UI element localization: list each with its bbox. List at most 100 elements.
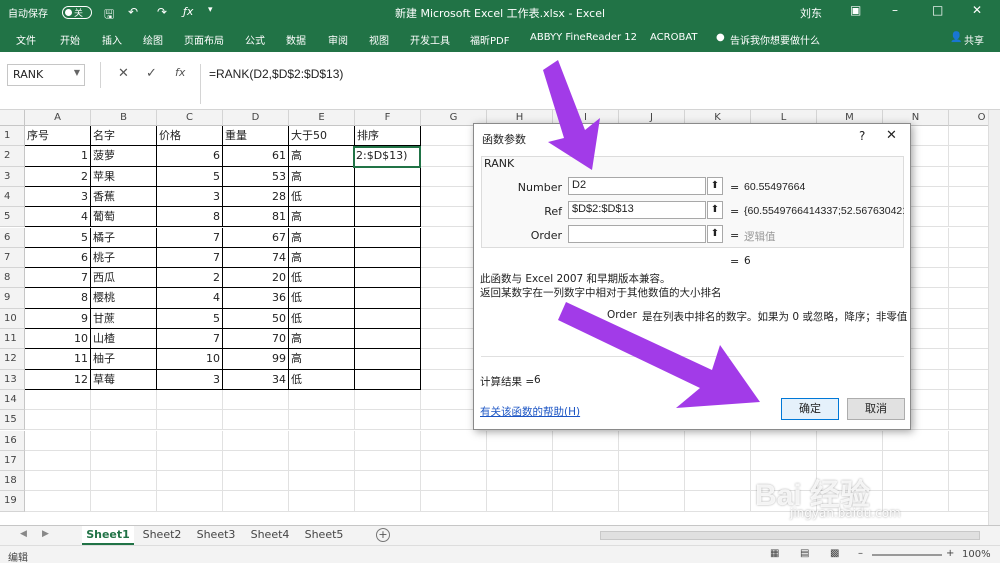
row-header[interactable]: 8 <box>0 268 25 289</box>
zoom-out-icon[interactable]: – <box>858 548 863 559</box>
table-cell[interactable]: 草莓 <box>91 369 157 390</box>
table-cell[interactable]: 低 <box>289 186 355 208</box>
table-cell[interactable]: 柚子 <box>91 349 157 370</box>
table-cell[interactable]: 11 <box>25 349 91 370</box>
empty-cell[interactable] <box>355 430 421 451</box>
empty-cell[interactable] <box>949 187 988 208</box>
empty-cell[interactable] <box>619 450 685 472</box>
cancel-button[interactable]: 取消 <box>847 398 905 420</box>
empty-cell[interactable] <box>25 410 91 431</box>
table-cell[interactable]: 12 <box>25 369 91 390</box>
table-cell[interactable]: 36 <box>223 288 289 309</box>
row-header[interactable]: 18 <box>0 471 25 492</box>
empty-cell[interactable] <box>91 410 157 431</box>
table-cell[interactable]: 4 <box>157 288 223 309</box>
tab-data[interactable]: 数据 <box>286 32 306 47</box>
collapse-order-icon[interactable]: ⬆ <box>707 225 723 243</box>
row-header[interactable]: 3 <box>0 166 25 187</box>
table-cell[interactable]: 7 <box>157 329 223 350</box>
empty-cell[interactable] <box>553 430 619 451</box>
tab-insert[interactable]: 插入 <box>102 32 122 47</box>
sheet-tab-5[interactable]: Sheet5 <box>300 526 348 545</box>
row-header[interactable]: 17 <box>0 450 25 472</box>
empty-cell[interactable] <box>817 430 883 451</box>
empty-cell[interactable] <box>91 491 157 512</box>
page-layout-icon[interactable]: ▤ <box>800 548 809 559</box>
column-header[interactable]: D <box>223 110 289 126</box>
empty-cell[interactable] <box>289 430 355 451</box>
empty-cell[interactable] <box>949 288 988 309</box>
horizontal-scrollbar[interactable] <box>600 531 980 540</box>
empty-cell[interactable] <box>949 126 988 147</box>
share-button[interactable]: 共享 <box>964 32 984 47</box>
table-cell[interactable]: 高 <box>289 146 355 167</box>
order-input[interactable] <box>568 225 706 243</box>
table-cell[interactable]: 8 <box>157 207 223 228</box>
empty-cell[interactable] <box>949 410 988 431</box>
table-header-cell[interactable]: 排序 <box>355 126 421 147</box>
empty-cell[interactable] <box>355 410 421 431</box>
empty-cell[interactable] <box>421 491 487 512</box>
name-box[interactable]: RANK ▼ <box>7 64 85 86</box>
empty-cell[interactable] <box>751 430 817 451</box>
empty-cell[interactable] <box>25 430 91 451</box>
table-cell[interactable]: 20 <box>223 268 289 289</box>
table-cell[interactable]: 桃子 <box>91 247 157 269</box>
table-cell[interactable]: 低 <box>289 268 355 289</box>
empty-cell[interactable] <box>685 430 751 451</box>
user-name[interactable]: 刘东 <box>800 5 822 21</box>
tab-home[interactable]: 开始 <box>60 32 80 47</box>
rank-cell[interactable] <box>355 308 421 329</box>
table-cell[interactable]: 西瓜 <box>91 268 157 289</box>
empty-cell[interactable] <box>223 491 289 512</box>
enter-icon[interactable]: ✓ <box>146 66 157 81</box>
table-cell[interactable]: 高 <box>289 207 355 228</box>
close-icon[interactable]: ✕ <box>886 128 897 143</box>
empty-cell[interactable] <box>619 430 685 451</box>
empty-cell[interactable] <box>883 471 949 492</box>
table-cell[interactable]: 樱桃 <box>91 288 157 309</box>
sheet-tab-3[interactable]: Sheet3 <box>192 526 240 545</box>
column-header[interactable]: E <box>289 110 355 126</box>
tab-draw[interactable]: 绘图 <box>143 32 163 47</box>
empty-cell[interactable] <box>949 167 988 187</box>
empty-cell[interactable] <box>949 390 988 411</box>
empty-cell[interactable] <box>289 450 355 472</box>
tab-acrobat[interactable]: ACROBAT <box>650 32 698 43</box>
empty-cell[interactable] <box>289 389 355 411</box>
zoom-in-icon[interactable]: + <box>946 548 954 559</box>
empty-cell[interactable] <box>883 430 949 451</box>
table-cell[interactable]: 67 <box>223 227 289 248</box>
table-cell[interactable]: 山楂 <box>91 329 157 350</box>
tab-developer[interactable]: 开发工具 <box>410 32 450 47</box>
tab-view[interactable]: 视图 <box>369 32 389 47</box>
sheet-tab-2[interactable]: Sheet2 <box>138 526 186 545</box>
empty-cell[interactable] <box>157 410 223 431</box>
row-header[interactable]: 19 <box>0 491 25 512</box>
table-cell[interactable]: 28 <box>223 186 289 208</box>
table-cell[interactable]: 81 <box>223 207 289 228</box>
zoom-level[interactable]: 100% <box>962 549 991 560</box>
collapse-number-icon[interactable]: ⬆ <box>707 177 723 195</box>
empty-cell[interactable] <box>421 450 487 472</box>
empty-cell[interactable] <box>355 450 421 472</box>
empty-cell[interactable] <box>817 450 883 472</box>
table-header-cell[interactable]: 序号 <box>25 126 91 147</box>
empty-cell[interactable] <box>223 430 289 451</box>
function-help-link[interactable]: 有关该函数的帮助(H) <box>480 404 580 419</box>
table-cell[interactable]: 61 <box>223 146 289 167</box>
table-header-cell[interactable]: 大于50 <box>289 126 355 147</box>
empty-cell[interactable] <box>487 430 553 451</box>
collapse-ref-icon[interactable]: ⬆ <box>707 201 723 219</box>
table-cell[interactable]: 高 <box>289 166 355 187</box>
table-cell[interactable]: 苹果 <box>91 166 157 187</box>
empty-cell[interactable] <box>25 491 91 512</box>
ref-input[interactable]: $D$2:$D$13 <box>568 201 706 219</box>
table-cell[interactable]: 5 <box>25 227 91 248</box>
rank-cell[interactable] <box>355 369 421 390</box>
rank-cell[interactable] <box>355 227 421 248</box>
share-icon[interactable]: 👤 <box>950 32 962 43</box>
table-cell[interactable]: 2 <box>157 268 223 289</box>
column-header[interactable]: A <box>25 110 91 126</box>
empty-cell[interactable] <box>949 268 988 289</box>
